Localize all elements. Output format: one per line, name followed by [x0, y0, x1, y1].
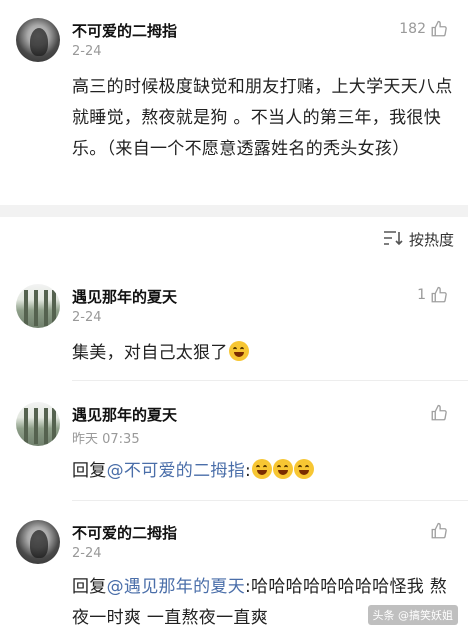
post-date: 2-24 [72, 44, 102, 59]
reply-prefix: 回复 [72, 461, 107, 481]
thumb-up-icon [430, 20, 448, 38]
comment-author[interactable]: 遇见那年的夏天 [72, 404, 177, 425]
like-count: 1 [417, 287, 426, 303]
laughing-emoji-icon [294, 459, 315, 479]
comment-date: 昨天 07:35 [72, 432, 140, 447]
thumb-up-icon [430, 286, 448, 304]
post-content: 高三的时候极度缺觉和朋友打赌，上大学天天八点就睡觉，熬夜就是狗 。不当人的第三年… [72, 77, 453, 159]
comment-text: 集美，对自己太狠了 [72, 338, 249, 369]
mention-link[interactable]: @遇见那年的夏天 [107, 577, 245, 597]
avatar[interactable] [16, 284, 60, 328]
like-button[interactable]: 182 [399, 20, 448, 38]
comment-author[interactable]: 不可爱的二拇指 [72, 522, 177, 543]
sort-icon [383, 230, 403, 250]
comment-divider [72, 500, 468, 501]
like-button[interactable] [430, 522, 448, 540]
section-divider [0, 205, 468, 217]
comment-body: 集美，对自己太狠了 [72, 343, 228, 363]
reply-prefix: 回复 [72, 577, 107, 597]
comment-date: 2-24 [72, 546, 102, 561]
laughing-emoji-icon [228, 341, 249, 361]
comment-text: 回复@不可爱的二拇指: [72, 456, 315, 487]
sort-label: 按热度 [408, 231, 454, 249]
sort-button[interactable]: 按热度 [383, 229, 454, 250]
mention-link[interactable]: @不可爱的二拇指 [107, 461, 245, 481]
laughing-emoji-icon [252, 459, 273, 479]
avatar[interactable] [16, 402, 60, 446]
like-button[interactable]: 1 [417, 286, 448, 304]
comment-date: 2-24 [72, 310, 102, 325]
comment-divider [72, 380, 468, 381]
watermark: 头条 @搞笑妖姐 [367, 605, 458, 625]
thumb-up-icon [430, 404, 448, 422]
thumb-up-icon [430, 522, 448, 540]
like-count: 182 [399, 21, 426, 37]
avatar[interactable] [16, 18, 60, 62]
avatar[interactable] [16, 520, 60, 564]
like-button[interactable] [430, 404, 448, 422]
laughing-emoji-icon [273, 459, 294, 479]
comment-body: : [245, 461, 252, 481]
post-author[interactable]: 不可爱的二拇指 [72, 20, 177, 41]
comment-author[interactable]: 遇见那年的夏天 [72, 286, 177, 307]
